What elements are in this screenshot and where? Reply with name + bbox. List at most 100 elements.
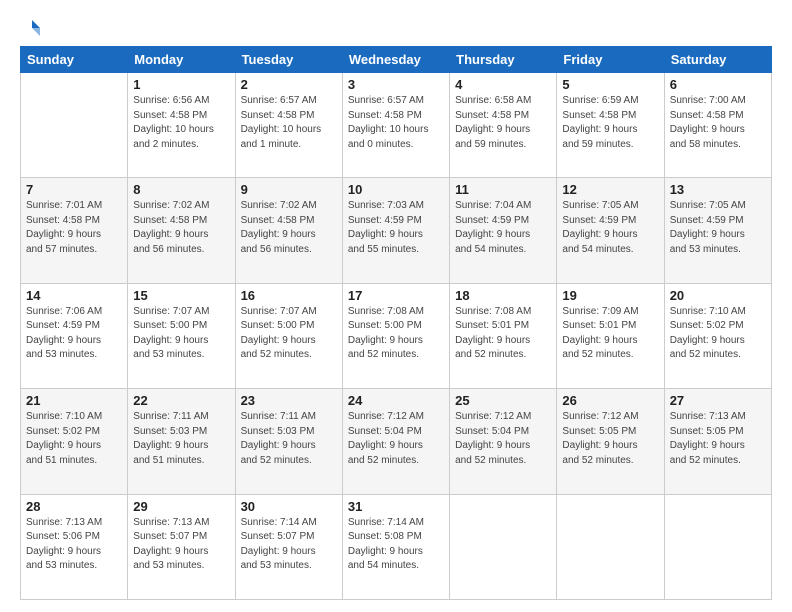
calendar-cell: 8Sunrise: 7:02 AM Sunset: 4:58 PM Daylig… — [128, 178, 235, 283]
day-number: 5 — [562, 77, 658, 92]
calendar-cell: 30 Sunrise: 7:14 AM Sunset: 5:07 PM Dayli… — [235, 494, 342, 599]
day-number: 24 — [348, 393, 444, 408]
day-info: Sunrise: 7:05 AM Sunset: 4:59 PM Dayligh… — [562, 199, 658, 257]
day-info: Sunrise: 7:07 AM Sunset: 5:00 PM Dayligh… — [133, 305, 229, 363]
calendar-cell: 22 Sunrise: 7:11 AM Sunset: 5:03 PM Dayli… — [128, 389, 235, 494]
calendar-cell: 10 Sunrise: 7:03 AM Sunset: 4:59 PM Dayli… — [342, 178, 449, 283]
calendar-cell: 16 Sunrise: 7:07 AM Sunset: 5:00 PM Dayli… — [235, 283, 342, 388]
day-number: 28 — [26, 499, 122, 514]
calendar-cell: 13 Sunrise: 7:05 AM Sunset: 4:59 PM Dayli… — [664, 178, 771, 283]
day-info: Sunrise: 7:12 AM Sunset: 5:04 PM Dayligh… — [348, 410, 444, 468]
day-number: 27 — [670, 393, 766, 408]
day-number: 3 — [348, 77, 444, 92]
day-info: Sunrise: 6:57 AM Sunset: 4:58 PM Dayligh… — [241, 94, 337, 152]
day-info: Sunrise: 7:09 AM Sunset: 5:01 PM Dayligh… — [562, 305, 658, 363]
day-info: Sunrise: 7:08 AM Sunset: 5:00 PM Dayligh… — [348, 305, 444, 363]
day-info: Sunrise: 7:02 AM Sunset: 4:58 PM Dayligh… — [241, 199, 337, 257]
day-info: Sunrise: 7:08 AM Sunset: 5:01 PM Dayligh… — [455, 305, 551, 363]
calendar-cell: 25 Sunrise: 7:12 AM Sunset: 5:04 PM Dayli… — [450, 389, 557, 494]
calendar-week-row: 14Sunrise: 7:06 AM Sunset: 4:59 PM Dayli… — [21, 283, 772, 388]
day-number: 23 — [241, 393, 337, 408]
day-number: 25 — [455, 393, 551, 408]
day-info: Sunrise: 6:56 AM Sunset: 4:58 PM Dayligh… — [133, 94, 229, 152]
calendar-cell: 5Sunrise: 6:59 AM Sunset: 4:58 PM Daylig… — [557, 73, 664, 178]
day-info: Sunrise: 7:03 AM Sunset: 4:59 PM Dayligh… — [348, 199, 444, 257]
day-number: 18 — [455, 288, 551, 303]
calendar-week-row: 21 Sunrise: 7:10 AM Sunset: 5:02 PM Dayli… — [21, 389, 772, 494]
calendar-cell — [450, 494, 557, 599]
calendar-week-row: 7 Sunrise: 7:01 AM Sunset: 4:58 PM Daylig… — [21, 178, 772, 283]
header — [20, 18, 772, 36]
day-number: 1 — [133, 77, 229, 92]
day-info: Sunrise: 7:12 AM Sunset: 5:04 PM Dayligh… — [455, 410, 551, 468]
day-number: 11 — [455, 182, 551, 197]
day-info: Sunrise: 7:11 AM Sunset: 5:03 PM Dayligh… — [241, 410, 337, 468]
calendar-cell: 24 Sunrise: 7:12 AM Sunset: 5:04 PM Dayli… — [342, 389, 449, 494]
day-info: Sunrise: 7:11 AM Sunset: 5:03 PM Dayligh… — [133, 410, 229, 468]
day-info: Sunrise: 7:00 AM Sunset: 4:58 PM Dayligh… — [670, 94, 766, 152]
day-info: Sunrise: 7:02 AM Sunset: 4:58 PM Dayligh… — [133, 199, 229, 257]
day-header-saturday: Saturday — [664, 47, 771, 73]
calendar-cell: 20Sunrise: 7:10 AM Sunset: 5:02 PM Dayli… — [664, 283, 771, 388]
calendar-week-row: 1 Sunrise: 6:56 AM Sunset: 4:58 PM Daylig… — [21, 73, 772, 178]
calendar-cell: 21 Sunrise: 7:10 AM Sunset: 5:02 PM Dayli… — [21, 389, 128, 494]
calendar-cell: 27 Sunrise: 7:13 AM Sunset: 5:05 PM Dayli… — [664, 389, 771, 494]
day-header-friday: Friday — [557, 47, 664, 73]
day-number: 20 — [670, 288, 766, 303]
day-number: 4 — [455, 77, 551, 92]
day-info: Sunrise: 7:13 AM Sunset: 5:05 PM Dayligh… — [670, 410, 766, 468]
calendar-cell: 4 Sunrise: 6:58 AM Sunset: 4:58 PM Daylig… — [450, 73, 557, 178]
day-info: Sunrise: 7:04 AM Sunset: 4:59 PM Dayligh… — [455, 199, 551, 257]
day-number: 30 — [241, 499, 337, 514]
calendar-cell: 3 Sunrise: 6:57 AM Sunset: 4:58 PM Daylig… — [342, 73, 449, 178]
day-info: Sunrise: 6:58 AM Sunset: 4:58 PM Dayligh… — [455, 94, 551, 152]
day-number: 19 — [562, 288, 658, 303]
day-number: 22 — [133, 393, 229, 408]
calendar-cell: 2Sunrise: 6:57 AM Sunset: 4:58 PM Daylig… — [235, 73, 342, 178]
day-number: 14 — [26, 288, 122, 303]
calendar-cell: 29 Sunrise: 7:13 AM Sunset: 5:07 PM Dayli… — [128, 494, 235, 599]
day-header-thursday: Thursday — [450, 47, 557, 73]
day-number: 7 — [26, 182, 122, 197]
calendar-cell: 14Sunrise: 7:06 AM Sunset: 4:59 PM Dayli… — [21, 283, 128, 388]
calendar-cell: 28 Sunrise: 7:13 AM Sunset: 5:06 PM Dayli… — [21, 494, 128, 599]
calendar-cell: 1 Sunrise: 6:56 AM Sunset: 4:58 PM Daylig… — [128, 73, 235, 178]
calendar-cell: 6 Sunrise: 7:00 AM Sunset: 4:58 PM Daylig… — [664, 73, 771, 178]
calendar-cell: 9Sunrise: 7:02 AM Sunset: 4:58 PM Daylig… — [235, 178, 342, 283]
day-number: 15 — [133, 288, 229, 303]
day-number: 21 — [26, 393, 122, 408]
calendar-cell: 11 Sunrise: 7:04 AM Sunset: 4:59 PM Dayli… — [450, 178, 557, 283]
calendar-table: SundayMondayTuesdayWednesdayThursdayFrid… — [20, 46, 772, 600]
day-number: 10 — [348, 182, 444, 197]
calendar-cell: 19 Sunrise: 7:09 AM Sunset: 5:01 PM Dayli… — [557, 283, 664, 388]
calendar-cell: 12 Sunrise: 7:05 AM Sunset: 4:59 PM Dayli… — [557, 178, 664, 283]
calendar-cell: 18 Sunrise: 7:08 AM Sunset: 5:01 PM Dayli… — [450, 283, 557, 388]
day-info: Sunrise: 7:07 AM Sunset: 5:00 PM Dayligh… — [241, 305, 337, 363]
page: SundayMondayTuesdayWednesdayThursdayFrid… — [0, 0, 792, 612]
calendar-cell: 23 Sunrise: 7:11 AM Sunset: 5:03 PM Dayli… — [235, 389, 342, 494]
logo-icon — [22, 18, 40, 36]
day-number: 13 — [670, 182, 766, 197]
calendar-cell — [21, 73, 128, 178]
day-info: Sunrise: 7:13 AM Sunset: 5:07 PM Dayligh… — [133, 516, 229, 574]
day-number: 16 — [241, 288, 337, 303]
day-header-monday: Monday — [128, 47, 235, 73]
day-info: Sunrise: 7:10 AM Sunset: 5:02 PM Dayligh… — [26, 410, 122, 468]
day-info: Sunrise: 7:14 AM Sunset: 5:07 PM Dayligh… — [241, 516, 337, 574]
day-number: 12 — [562, 182, 658, 197]
calendar-header-row: SundayMondayTuesdayWednesdayThursdayFrid… — [21, 47, 772, 73]
day-info: Sunrise: 7:05 AM Sunset: 4:59 PM Dayligh… — [670, 199, 766, 257]
day-number: 17 — [348, 288, 444, 303]
day-header-sunday: Sunday — [21, 47, 128, 73]
calendar-week-row: 28 Sunrise: 7:13 AM Sunset: 5:06 PM Dayli… — [21, 494, 772, 599]
calendar-cell: 31Sunrise: 7:14 AM Sunset: 5:08 PM Dayli… — [342, 494, 449, 599]
day-info: Sunrise: 7:12 AM Sunset: 5:05 PM Dayligh… — [562, 410, 658, 468]
day-number: 6 — [670, 77, 766, 92]
day-header-tuesday: Tuesday — [235, 47, 342, 73]
day-header-wednesday: Wednesday — [342, 47, 449, 73]
calendar-cell: 15 Sunrise: 7:07 AM Sunset: 5:00 PM Dayli… — [128, 283, 235, 388]
day-info: Sunrise: 6:57 AM Sunset: 4:58 PM Dayligh… — [348, 94, 444, 152]
day-number: 29 — [133, 499, 229, 514]
day-info: Sunrise: 7:13 AM Sunset: 5:06 PM Dayligh… — [26, 516, 122, 574]
day-info: Sunrise: 7:01 AM Sunset: 4:58 PM Dayligh… — [26, 199, 122, 257]
